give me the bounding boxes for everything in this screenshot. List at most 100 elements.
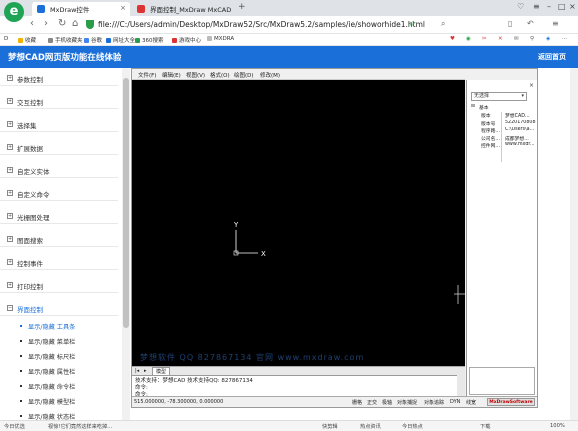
menu-item[interactable]: + 参数控制	[0, 70, 118, 86]
expand-icon[interactable]: +	[7, 282, 13, 288]
next-tab-icon[interactable]: ▸	[144, 368, 147, 374]
ext-icon[interactable]: ✂	[482, 36, 487, 42]
forward-icon[interactable]: ›	[44, 18, 48, 29]
property-row[interactable]: 版本号 5220170808	[471, 120, 537, 127]
menu-item[interactable]: + 自定义命令	[0, 185, 118, 201]
status-toggle[interactable]: DYN	[450, 399, 460, 405]
status-toggle[interactable]: 正交	[367, 399, 377, 406]
property-row[interactable]: 版本 梦想CAD...	[471, 112, 537, 119]
cad-menu-item[interactable]: 编辑(E)	[162, 71, 181, 79]
bookmark-item[interactable]: D	[4, 36, 8, 42]
expand-icon[interactable]: +	[7, 213, 13, 219]
collapse-icon[interactable]: −	[7, 305, 13, 311]
property-row[interactable]: 控件网... www.mxdr...	[471, 142, 537, 149]
cad-menu-item[interactable]: 文件(F)	[138, 71, 156, 79]
ext-icon[interactable]: ◉	[466, 36, 471, 42]
submenu-item[interactable]: 显示/隐藏 属性栏	[20, 367, 75, 376]
zoom-level[interactable]: 100%	[550, 423, 565, 429]
reader-icon[interactable]: ▯	[508, 19, 512, 28]
menu-item[interactable]: + 自定义实体	[0, 162, 118, 178]
menu-item[interactable]: + 光栅图处理	[0, 208, 118, 224]
home-link[interactable]: 返回首页	[538, 52, 566, 62]
close-window-icon[interactable]: ×	[569, 2, 576, 11]
ext-icon[interactable]: ✕	[498, 36, 503, 42]
cad-menu-item[interactable]: 修改(M)	[260, 71, 280, 79]
menu-item[interactable]: + 交互控制	[0, 93, 118, 109]
ext-icon[interactable]: ⋯	[562, 36, 568, 42]
bookmark-item[interactable]: 谷歌	[84, 36, 102, 44]
hot-news[interactable]: 热点资讯	[360, 423, 381, 430]
home-icon[interactable]: ⌂	[72, 18, 78, 29]
bookmark-item[interactable]: 收藏	[18, 36, 36, 44]
menu-item[interactable]: + 图面搜索	[0, 231, 118, 247]
menu-item[interactable]: + 控制事件	[0, 254, 118, 270]
property-group[interactable]: ⊟ 基本	[471, 104, 537, 111]
cad-menu-item[interactable]: 格式(O)	[210, 71, 230, 79]
page-scrollbar[interactable]	[570, 68, 578, 420]
undo-icon[interactable]: ↶	[527, 19, 534, 28]
bookmark-item[interactable]: 网址大全	[106, 36, 135, 44]
prev-tab-icon[interactable]: |◂	[135, 368, 139, 374]
refresh-icon[interactable]: ↻	[58, 18, 66, 29]
submenu-item[interactable]: 显示/隐藏 模型栏	[20, 397, 75, 406]
submenu-item[interactable]: 显示/隐藏 命令栏	[20, 382, 75, 391]
status-toggle[interactable]: 极轴	[382, 399, 392, 406]
command-scrollbar[interactable]	[457, 375, 465, 396]
menu-item[interactable]: − 界面控制	[0, 300, 118, 316]
browser-logo-icon[interactable]: e	[4, 2, 24, 22]
expand-icon[interactable]: +	[7, 144, 13, 150]
menu-item[interactable]: + 扩展数据	[0, 139, 118, 155]
menu-item[interactable]: + 打印控制	[0, 277, 118, 293]
submenu-item[interactable]: 显示/隐藏 状态栏	[20, 412, 75, 420]
bookmark-item[interactable]: 360搜索	[135, 36, 164, 44]
bookmark-item[interactable]: 游戏中心	[172, 36, 201, 44]
expand-icon[interactable]: +	[7, 190, 13, 196]
minimize-icon[interactable]: –	[547, 2, 551, 11]
expand-icon[interactable]: +	[7, 167, 13, 173]
submenu-item[interactable]: 显示/隐藏 工具条	[20, 322, 75, 331]
submenu-item[interactable]: 显示/隐藏 菜单栏	[20, 337, 75, 346]
cad-canvas[interactable]: Y X 梦想软件 QQ 827867134 官网 www.mxdraw.com	[132, 80, 465, 366]
quick-edit[interactable]: 快剪辑	[322, 423, 338, 430]
ext-icon[interactable]: ✉	[514, 36, 519, 42]
today-picks[interactable]: 今日优选	[4, 423, 25, 430]
property-row[interactable]: 程序路... C:\Users\a...	[471, 127, 537, 134]
command-area[interactable]: 技术支持：梦想CAD 技术支持QQ: 827867134 命令: 命令:	[132, 375, 465, 398]
bookmark-item[interactable]: MXDRA	[207, 36, 234, 42]
scroll-thumb[interactable]	[123, 78, 129, 328]
bookmark-item[interactable]: 手机收藏夹	[48, 36, 83, 44]
ext-icon[interactable]: ♥	[450, 36, 455, 42]
menu-icon[interactable]: ≡	[533, 2, 540, 11]
close-icon[interactable]: ×	[120, 4, 126, 12]
ext-icon[interactable]: ⚲	[530, 36, 534, 42]
search-icon[interactable]: ⌕	[441, 19, 445, 29]
property-row[interactable]: 公司名... 成都梦想...	[471, 135, 537, 142]
settings-icon[interactable]: ≡	[552, 19, 559, 28]
today-hot[interactable]: 今日热点	[402, 423, 423, 430]
status-toggle[interactable]: 对象追踪	[424, 399, 444, 406]
menu-item[interactable]: + 选择集	[0, 116, 118, 132]
new-tab-button[interactable]: +	[238, 2, 246, 12]
maximize-icon[interactable]: □	[558, 2, 566, 11]
tab-mxdraw[interactable]: MxDraw控件 ×	[32, 2, 130, 16]
ext-icon[interactable]: ◈	[546, 36, 550, 42]
selection-dropdown[interactable]: 无选择 ▾	[471, 92, 527, 101]
close-icon[interactable]: ×	[529, 82, 534, 89]
skin-icon[interactable]: ♡	[517, 2, 524, 11]
left-scrollbar[interactable]	[122, 68, 130, 420]
expand-icon[interactable]: +	[7, 259, 13, 265]
status-toggle[interactable]: 栅格	[352, 399, 362, 406]
tab-interface-control[interactable]: 界面控制_MxDraw MxCAD	[132, 2, 236, 16]
expand-icon[interactable]: +	[7, 75, 13, 81]
submenu-item[interactable]: 显示/隐藏 标尺栏	[20, 352, 75, 361]
expand-icon[interactable]: +	[7, 98, 13, 104]
back-icon[interactable]: ‹	[30, 18, 34, 29]
downloads[interactable]: 下载	[480, 423, 490, 430]
url-field[interactable]: file:///C:/Users/admin/Desktop/MxDraw52/…	[98, 20, 425, 29]
status-toggle[interactable]: 线宽	[466, 399, 476, 406]
ie-mode-icon[interactable]: ℯ	[410, 19, 415, 28]
news-ticker[interactable]: 视惊!它们竟然这样来吃掉...	[48, 423, 112, 430]
status-toggle[interactable]: 对象捕捉	[397, 399, 417, 406]
cad-menu-item[interactable]: 绘图(D)	[234, 71, 254, 79]
cad-menu-item[interactable]: 视图(V)	[186, 71, 205, 79]
